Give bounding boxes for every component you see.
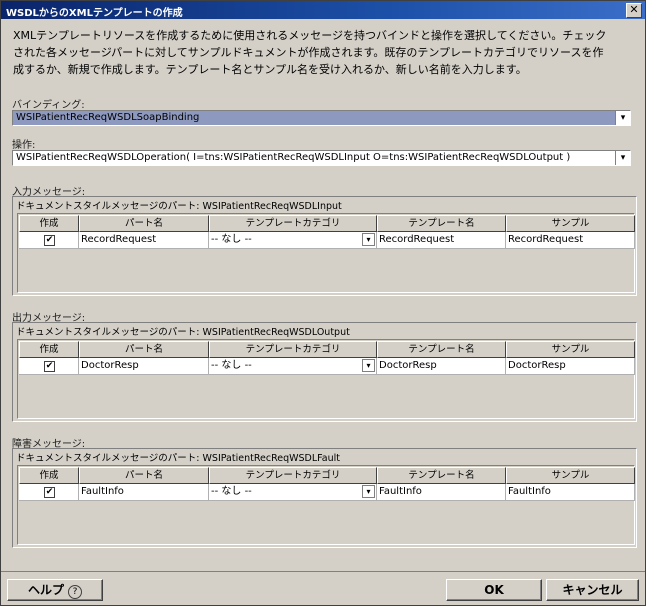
col-template-category[interactable]: テンプレートカテゴリ [209,341,377,358]
col-template-name[interactable]: テンプレート名 [377,215,506,232]
fault-parts-table: 作成 パート名 テンプレートカテゴリ テンプレート名 サンプル ✔ FaultI… [17,465,635,545]
output-message-group: ドキュメントスタイルメッセージのパート: WSIPatientRecReqWSD… [12,322,637,422]
help-button[interactable]: ヘルプ? [7,579,103,601]
col-create[interactable]: 作成 [19,341,79,358]
binding-value: WSIPatientRecReqWSDLSoapBinding [16,112,200,123]
input-group-title: ドキュメントスタイルメッセージのパート: WSIPatientRecReqWSD… [16,201,342,212]
category-cell[interactable]: -- なし -- ▾ [209,484,377,501]
help-icon: ? [68,585,82,599]
col-sample[interactable]: サンプル [506,341,635,358]
template-name-cell[interactable]: RecordRequest [377,232,506,249]
chevron-down-icon[interactable]: ▾ [615,151,630,165]
window-title: WSDLからのXMLテンプレートの作成 [6,8,183,19]
col-part-name[interactable]: パート名 [79,215,209,232]
binding-select[interactable]: WSIPatientRecReqWSDLSoapBinding ▾ [12,110,631,126]
part-name-cell: RecordRequest [79,232,209,249]
help-label: ヘルプ [27,583,64,597]
operation-label: 操作: [12,140,36,151]
col-template-category[interactable]: テンプレートカテゴリ [209,215,377,232]
fault-group-title: ドキュメントスタイルメッセージのパート: WSIPatientRecReqWSD… [16,453,340,464]
part-name-cell: FaultInfo [79,484,209,501]
col-create[interactable]: 作成 [19,215,79,232]
fault-message-group: ドキュメントスタイルメッセージのパート: WSIPatientRecReqWSD… [12,448,637,548]
dialog-window: WSDLからのXMLテンプレートの作成 ✕ XMLテンプレートリソースを作成する… [0,0,646,606]
operation-select[interactable]: WSIPatientRecReqWSDLOperation( I=tns:WSI… [12,150,631,166]
col-sample[interactable]: サンプル [506,215,635,232]
template-name-cell[interactable]: FaultInfo [377,484,506,501]
col-template-category[interactable]: テンプレートカテゴリ [209,467,377,484]
title-bar[interactable]: WSDLからのXMLテンプレートの作成 ✕ [1,1,645,19]
cancel-button[interactable]: キャンセル [546,579,639,601]
create-cell: ✔ [19,232,79,249]
close-button[interactable]: ✕ [626,3,642,18]
template-name-cell[interactable]: DoctorResp [377,358,506,375]
category-cell[interactable]: -- なし -- ▾ [209,358,377,375]
create-checkbox[interactable]: ✔ [44,361,55,372]
output-parts-table: 作成 パート名 テンプレートカテゴリ テンプレート名 サンプル ✔ Doctor… [17,339,635,419]
col-part-name[interactable]: パート名 [79,467,209,484]
output-group-title: ドキュメントスタイルメッセージのパート: WSIPatientRecReqWSD… [16,327,350,338]
create-checkbox[interactable]: ✔ [44,235,55,246]
sample-cell[interactable]: FaultInfo [506,484,635,501]
category-value: -- なし -- [211,486,252,497]
chevron-down-icon[interactable]: ▾ [362,359,375,372]
ok-button[interactable]: OK [446,579,542,601]
operation-value: WSIPatientRecReqWSDLOperation( I=tns:WSI… [16,152,571,163]
category-value: -- なし -- [211,360,252,371]
category-cell[interactable]: -- なし -- ▾ [209,232,377,249]
create-cell: ✔ [19,358,79,375]
category-value: -- なし -- [211,234,252,245]
ok-label: OK [484,583,504,597]
chevron-down-icon[interactable]: ▾ [362,233,375,246]
create-checkbox[interactable]: ✔ [44,487,55,498]
input-parts-table: 作成 パート名 テンプレートカテゴリ テンプレート名 サンプル ✔ Record… [17,213,635,293]
chevron-down-icon[interactable]: ▾ [615,111,630,125]
sample-cell[interactable]: DoctorResp [506,358,635,375]
close-icon: ✕ [629,3,639,16]
col-part-name[interactable]: パート名 [79,341,209,358]
binding-label: バインディング: [12,100,85,111]
footer-separator [1,571,645,572]
input-message-group: ドキュメントスタイルメッセージのパート: WSIPatientRecReqWSD… [12,196,637,296]
instructions-text: XMLテンプレートリソースを作成するために使用されるメッセージを持つバインドと操… [13,29,607,76]
sample-cell[interactable]: RecordRequest [506,232,635,249]
col-create[interactable]: 作成 [19,467,79,484]
col-template-name[interactable]: テンプレート名 [377,341,506,358]
chevron-down-icon[interactable]: ▾ [362,485,375,498]
create-cell: ✔ [19,484,79,501]
col-template-name[interactable]: テンプレート名 [377,467,506,484]
part-name-cell: DoctorResp [79,358,209,375]
cancel-label: キャンセル [562,583,623,597]
col-sample[interactable]: サンプル [506,467,635,484]
